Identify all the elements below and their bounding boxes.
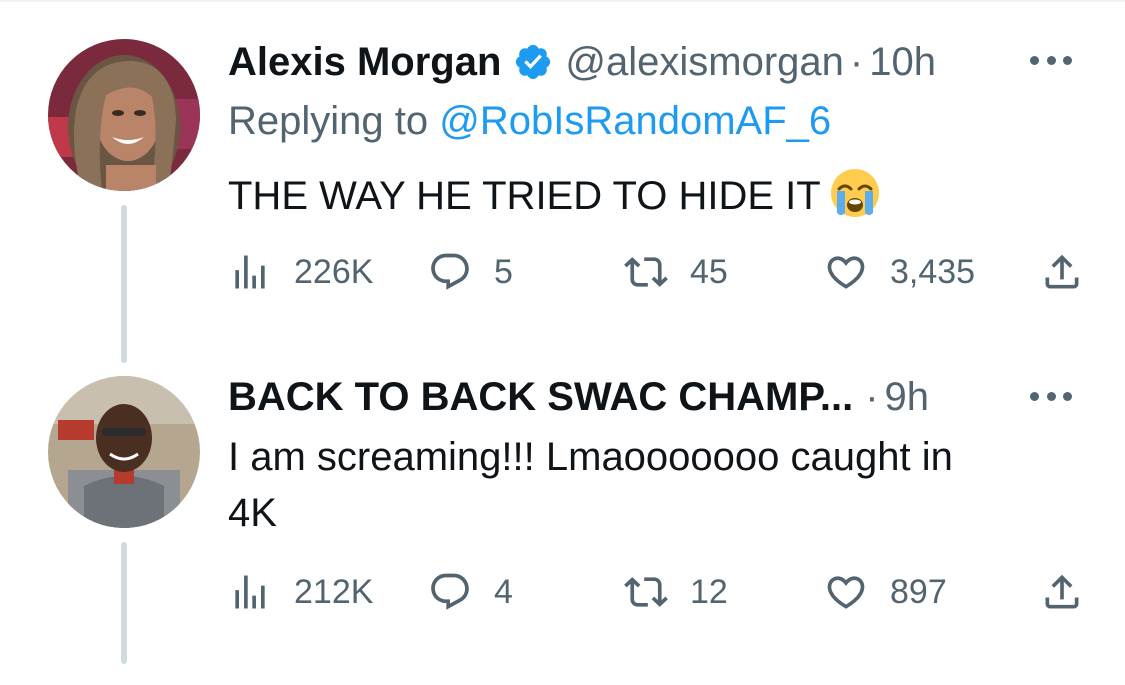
- heart-icon: [827, 576, 865, 609]
- tweet-header: BACK TO BACK SWAC CHAMP... · 9h: [228, 373, 929, 421]
- thread-line: [121, 205, 127, 363]
- replying-handle-link[interactable]: @RobIsRandomAF_6: [439, 99, 831, 143]
- timestamp[interactable]: 9h: [885, 373, 930, 421]
- share-icon: [1045, 574, 1079, 609]
- retweet-action[interactable]: 45: [624, 250, 728, 294]
- tweet-text-line: 4K: [228, 491, 277, 535]
- tweet-text-line: I am screaming!!! Lmaooooooo caught in: [228, 435, 953, 479]
- more-options-icon[interactable]: [1030, 53, 1072, 67]
- reply-action[interactable]: 5: [428, 250, 513, 294]
- verified-badge-icon[interactable]: [513, 42, 553, 82]
- share-action[interactable]: [1040, 570, 1084, 614]
- heart-icon: [827, 256, 865, 289]
- replying-prefix: Replying to: [228, 99, 440, 143]
- more-options-icon[interactable]: [1030, 389, 1072, 403]
- views-count: 212K: [294, 572, 374, 611]
- top-divider: [0, 0, 1125, 2]
- views-count: 226K: [294, 252, 374, 291]
- user-handle[interactable]: @alexismorgan: [565, 38, 844, 86]
- tweet-text-content: THE WAY HE TRIED TO HIDE IT: [228, 174, 821, 218]
- avatar-photo-man: [48, 376, 200, 528]
- reply-icon: [431, 253, 469, 290]
- views-icon: [235, 255, 265, 289]
- reply-icon: [431, 573, 469, 610]
- avatar[interactable]: [48, 39, 200, 191]
- like-action[interactable]: 3,435: [824, 250, 975, 294]
- retweet-action[interactable]: 12: [624, 570, 728, 614]
- reply-count: 4: [494, 572, 513, 611]
- separator-dot: ·: [865, 375, 879, 419]
- tweet-text: I am screaming!!! Lmaooooooo caught in 4…: [228, 429, 953, 541]
- retweet-icon: [624, 257, 668, 287]
- timestamp[interactable]: 10h: [869, 38, 936, 86]
- reply-action[interactable]: 4: [428, 570, 513, 614]
- loudly-crying-face-icon: [829, 167, 881, 219]
- tweet-text: THE WAY HE TRIED TO HIDE IT: [228, 167, 881, 224]
- retweet-icon: [624, 577, 668, 607]
- views-action[interactable]: 212K: [228, 570, 373, 614]
- avatar[interactable]: [48, 376, 200, 528]
- share-icon: [1045, 254, 1079, 289]
- thread-line: [121, 542, 127, 664]
- separator-dot: ·: [849, 40, 864, 84]
- action-bar: 212K 4 12 897: [228, 570, 1088, 614]
- views-action[interactable]: 226K: [228, 250, 373, 294]
- replying-to: Replying to @RobIsRandomAF_6: [228, 97, 831, 145]
- display-name[interactable]: BACK TO BACK SWAC CHAMP...: [228, 373, 853, 421]
- tweet-header: Alexis Morgan @alexismorgan · 10h: [228, 38, 936, 86]
- like-count: 897: [890, 572, 947, 611]
- action-bar: 226K 5 45 3,435: [228, 250, 1088, 294]
- avatar-photo-woman: [48, 39, 200, 191]
- views-icon: [235, 575, 265, 609]
- like-count: 3,435: [890, 252, 976, 291]
- share-action[interactable]: [1040, 250, 1084, 294]
- retweet-count: 45: [690, 252, 728, 291]
- reply-count: 5: [494, 252, 513, 291]
- retweet-count: 12: [690, 572, 728, 611]
- like-action[interactable]: 897: [824, 570, 947, 614]
- display-name[interactable]: Alexis Morgan: [228, 38, 501, 86]
